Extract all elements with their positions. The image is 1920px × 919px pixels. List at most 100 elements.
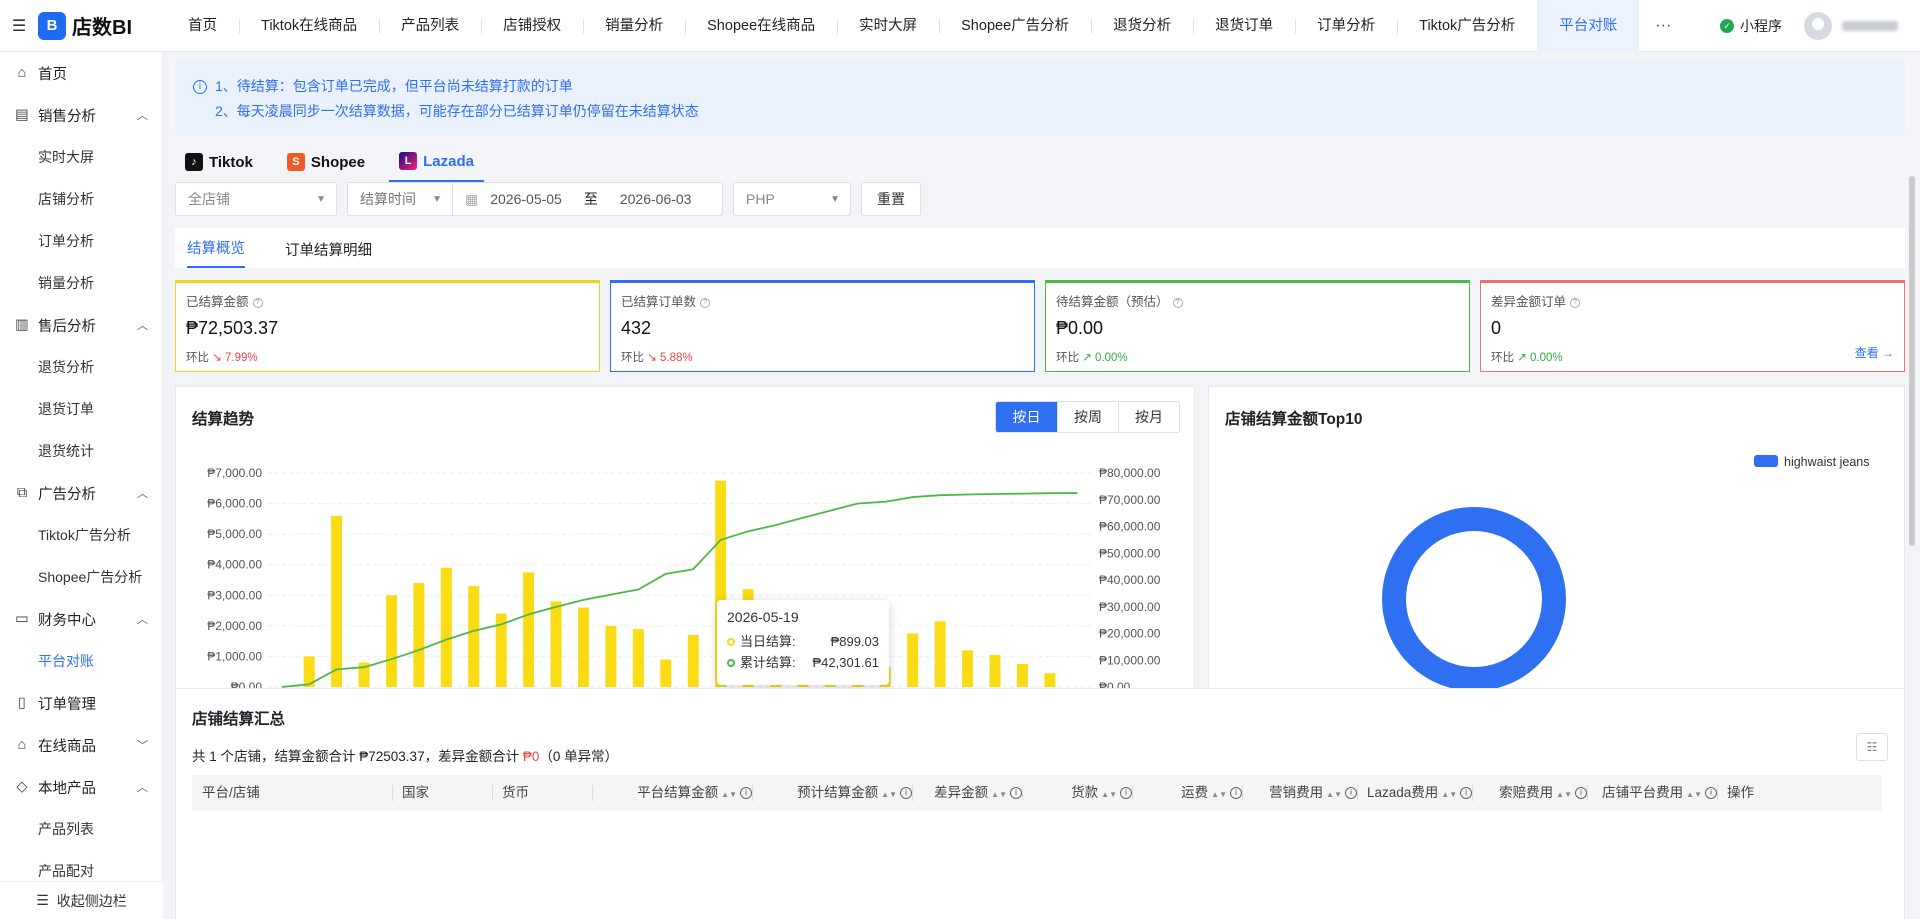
help-icon[interactable]: ? [1570, 297, 1581, 308]
info-icon[interactable]: i [1120, 787, 1132, 800]
sidebar-group-finance[interactable]: ▭ 财务中心 ︿ [0, 598, 162, 640]
bar[interactable] [413, 583, 425, 687]
column-header[interactable]: 营销费用 ▲▼ i [1242, 775, 1357, 811]
nav-tab[interactable]: 首页 [166, 0, 239, 52]
date-start[interactable]: 2026-05-05 [490, 191, 562, 207]
pie-slice[interactable] [1382, 507, 1566, 691]
tab-order-detail[interactable]: 订单结算明细 [285, 239, 372, 268]
info-icon[interactable]: i [1345, 787, 1357, 800]
nav-tab[interactable]: 产品列表 [379, 0, 481, 52]
sidebar-item-shopee-ads[interactable]: Shopee广告分析 [0, 556, 162, 598]
tab-shopee[interactable]: S Shopee [277, 142, 375, 182]
date-end[interactable]: 2026-06-03 [620, 191, 692, 207]
bar[interactable] [440, 567, 452, 687]
column-header[interactable]: 索赔费用 ▲▼ i [1472, 775, 1587, 811]
info-icon[interactable]: i [1230, 787, 1242, 800]
sidebar-group-after-sales[interactable]: ▥ 售后分析 ︿ [0, 304, 162, 346]
sidebar-item-realtime[interactable]: 实时大屏 [0, 136, 162, 178]
tab-tiktok[interactable]: ♪ Tiktok [175, 142, 263, 182]
nav-tab[interactable]: Shopee广告分析 [939, 0, 1091, 52]
sidebar-item-shop-analysis[interactable]: 店铺分析 [0, 178, 162, 220]
bar[interactable] [632, 628, 644, 687]
sidebar-item-order-analysis[interactable]: 订单分析 [0, 220, 162, 262]
nav-tab[interactable]: 退货分析 [1091, 0, 1193, 52]
bar[interactable] [934, 621, 946, 687]
bar[interactable] [1044, 673, 1056, 687]
nav-tab[interactable]: 实时大屏 [837, 0, 939, 52]
bar[interactable] [577, 607, 589, 687]
view-link[interactable]: 查看 → [1855, 344, 1894, 361]
bar[interactable] [907, 633, 919, 688]
sidebar-group-ads[interactable]: ⧉ 广告分析 ︿ [0, 472, 162, 514]
sort-icon[interactable]: ▲▼ [991, 790, 1007, 799]
help-icon[interactable]: ? [252, 297, 263, 308]
nav-tab[interactable]: 平台对账 [1537, 0, 1640, 52]
sidebar-item-return-orders[interactable]: 退货订单 [0, 388, 162, 430]
sort-icon[interactable]: ▲▼ [721, 790, 737, 799]
sidebar-item-product-list[interactable]: 产品列表 [0, 808, 162, 850]
currency-select[interactable]: PHP ▼ [733, 182, 851, 216]
legend-label[interactable]: highwaist jeans [1784, 455, 1869, 469]
column-header[interactable]: 货款 ▲▼ i [1022, 775, 1132, 811]
nav-tab[interactable]: Tiktok在线商品 [239, 0, 379, 52]
mini-program-button[interactable]: ✓ 小程序 [1720, 16, 1782, 36]
bar[interactable] [989, 654, 1001, 687]
column-settings-button[interactable]: ☷ [1856, 733, 1888, 761]
nav-tab[interactable]: Tiktok广告分析 [1397, 0, 1537, 52]
sidebar-group-online-goods[interactable]: ⌂ 在线商品 ﹀ [0, 724, 162, 766]
bar[interactable] [1016, 664, 1028, 687]
bar[interactable] [550, 601, 562, 687]
nav-tab[interactable]: 订单分析 [1295, 0, 1397, 52]
sidebar-item-sales-analysis[interactable]: 销量分析 [0, 262, 162, 304]
sort-icon[interactable]: ▲▼ [881, 790, 897, 799]
logo[interactable]: B 店数BI [38, 11, 166, 40]
column-header[interactable]: 店铺平台费用 ▲▼ i [1587, 775, 1717, 811]
bar[interactable] [523, 572, 535, 687]
shop-select[interactable]: 全店铺 ▼ [175, 182, 337, 216]
info-icon[interactable]: i [1460, 787, 1473, 800]
sidebar-item-tiktok-ads[interactable]: Tiktok广告分析 [0, 514, 162, 556]
bar[interactable] [468, 586, 480, 687]
help-icon[interactable]: ? [700, 297, 711, 308]
sidebar-group-local-products[interactable]: ◇ 本地产品 ︿ [0, 766, 162, 808]
sort-icon[interactable]: ▲▼ [1101, 790, 1117, 799]
sidebar-group-sales[interactable]: ▤ 销售分析 ︿ [0, 94, 162, 136]
help-icon[interactable]: ? [1172, 297, 1183, 308]
column-header[interactable]: 差异金额 ▲▼ i [912, 775, 1022, 811]
more-tabs-icon[interactable]: ··· [1639, 17, 1687, 35]
sidebar-item-return-stats[interactable]: 退货统计 [0, 430, 162, 472]
nav-tab[interactable]: 销量分析 [583, 0, 685, 52]
user-menu[interactable] [1804, 12, 1898, 40]
bar[interactable] [385, 595, 397, 687]
info-icon[interactable]: i [1705, 787, 1717, 800]
sidebar-item-reconciliation[interactable]: 平台对账 [0, 640, 162, 682]
sort-icon[interactable]: ▲▼ [1211, 790, 1227, 799]
info-icon[interactable]: i [900, 787, 912, 800]
sort-icon[interactable]: ▲▼ [1686, 790, 1702, 799]
sort-icon[interactable]: ▲▼ [1441, 790, 1457, 799]
sidebar-item-home[interactable]: ⌂ 首页 [0, 52, 162, 94]
sort-icon[interactable]: ▲▼ [1556, 790, 1572, 799]
date-range-picker[interactable]: ▦ 2026-05-05 至 2026-06-03 [453, 182, 723, 216]
sidebar-item-orders[interactable]: ▯ 订单管理 [0, 682, 162, 724]
info-icon[interactable]: i [1575, 787, 1587, 800]
column-header[interactable]: Lazada费用 ▲▼ i [1357, 775, 1473, 811]
sidebar-item-return-analysis[interactable]: 退货分析 [0, 346, 162, 388]
nav-tab[interactable]: Shopee在线商品 [685, 0, 837, 52]
bar[interactable] [331, 515, 343, 687]
bar[interactable] [660, 659, 672, 687]
bar[interactable] [605, 625, 617, 687]
tab-lazada[interactable]: L Lazada [389, 142, 484, 182]
bar[interactable] [687, 635, 699, 687]
nav-tab[interactable]: 退货订单 [1193, 0, 1295, 52]
info-icon[interactable]: i [740, 787, 752, 800]
nav-tab[interactable]: 店铺授权 [481, 0, 583, 52]
time-type-select[interactable]: 结算时间 ▼ [347, 182, 453, 216]
sort-icon[interactable]: ▲▼ [1326, 790, 1342, 799]
column-header[interactable]: 运费 ▲▼ i [1132, 775, 1242, 811]
column-header[interactable]: 平台结算金额 ▲▼ i [592, 775, 752, 811]
scrollbar[interactable] [1909, 176, 1915, 546]
column-header[interactable]: 预计结算金额 ▲▼ i [752, 775, 912, 811]
reset-button[interactable]: 重置 [861, 182, 921, 216]
collapse-sidebar-button[interactable]: ☰ 收起侧边栏 [0, 881, 163, 919]
